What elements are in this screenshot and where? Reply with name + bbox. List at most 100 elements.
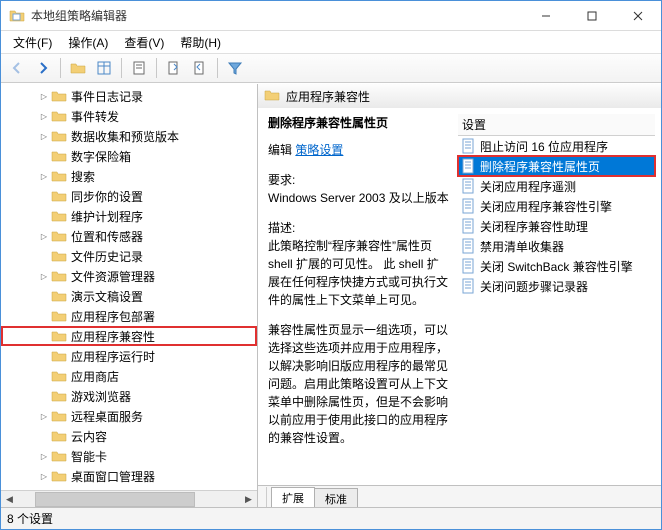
requirements-label: 要求: [268, 171, 450, 189]
folder-open-icon[interactable] [66, 56, 90, 80]
forward-button[interactable] [31, 56, 55, 80]
info-column: 删除程序兼容性属性页 编辑 策略设置 要求: Windows Server 20… [268, 114, 458, 485]
expand-placeholder [39, 191, 49, 201]
expand-icon[interactable]: ▷ [39, 131, 49, 141]
tab-standard[interactable]: 标准 [314, 488, 358, 507]
minimize-button[interactable] [523, 1, 569, 31]
tree-item-label: 应用商店 [71, 368, 119, 385]
folder-icon [51, 188, 67, 204]
expand-icon[interactable]: ▷ [39, 111, 49, 121]
requirements-value: Windows Server 2003 及以上版本 [268, 189, 450, 207]
menu-action[interactable]: 操作(A) [60, 32, 116, 53]
settings-list-item[interactable]: 关闭 SwitchBack 兼容性引擎 [458, 256, 655, 276]
expand-icon[interactable]: ▷ [39, 171, 49, 181]
tab-extended[interactable]: 扩展 [271, 487, 315, 507]
expand-icon[interactable]: ▷ [39, 411, 49, 421]
folder-icon [51, 268, 67, 284]
expand-icon[interactable]: ▷ [39, 451, 49, 461]
folder-icon [51, 328, 67, 344]
toolbar [1, 53, 661, 83]
expand-icon[interactable]: ▷ [39, 471, 49, 481]
tree-item-label: 事件日志记录 [71, 88, 143, 105]
tree-item[interactable]: 文件历史记录 [1, 246, 257, 266]
maximize-button[interactable] [569, 1, 615, 31]
tree-item[interactable]: ▷远程桌面服务 [1, 406, 257, 426]
tree-item[interactable]: ▷数据收集和预览版本 [1, 126, 257, 146]
action-icon-1[interactable] [162, 56, 186, 80]
selected-setting-title: 删除程序兼容性属性页 [268, 114, 450, 131]
tree-item[interactable]: ▷桌面窗口管理器 [1, 466, 257, 486]
tree-item-label: 事件转发 [71, 108, 119, 125]
tree-item[interactable]: 演示文稿设置 [1, 286, 257, 306]
tree-item-label: 演示文稿设置 [71, 288, 143, 305]
settings-list-item[interactable]: 关闭问题步骤记录器 [458, 276, 655, 296]
tabs-row: 扩展 标准 [258, 485, 661, 507]
settings-column-header[interactable]: 设置 [458, 114, 655, 136]
menu-file[interactable]: 文件(F) [5, 32, 60, 53]
close-button[interactable] [615, 1, 661, 31]
menu-view[interactable]: 查看(V) [116, 32, 172, 53]
setting-icon [460, 238, 476, 254]
settings-list-item[interactable]: 禁用清单收集器 [458, 236, 655, 256]
tree-item[interactable]: ▷ 事件日志记录 [1, 86, 257, 106]
tree-item-label: 搜索 [71, 168, 95, 185]
tree-item[interactable]: 游戏浏览器 [1, 386, 257, 406]
properties-icon[interactable] [127, 56, 151, 80]
folder-icon [51, 168, 67, 184]
scroll-thumb[interactable] [35, 492, 195, 507]
expand-placeholder [39, 431, 49, 441]
menu-help[interactable]: 帮助(H) [172, 32, 229, 53]
edit-policy-link[interactable]: 策略设置 [295, 143, 343, 157]
tree-item[interactable]: 应用程序运行时 [1, 346, 257, 366]
tree-item[interactable]: 数字保险箱 [1, 146, 257, 166]
tree-item[interactable]: 应用程序兼容性 [1, 326, 257, 346]
app-icon [9, 8, 25, 24]
settings-list-column: 设置 阻止访问 16 位应用程序删除程序兼容性属性页关闭应用程序遥测关闭应用程序… [458, 114, 655, 485]
list-view-icon[interactable] [92, 56, 116, 80]
folder-icon [51, 368, 67, 384]
tree-pane: ▷ 事件日志记录 ▷ 事件转发▷数据收集和预览版本数字保险箱 ▷ 搜索同步你的设置维护计划… [1, 84, 258, 507]
settings-list-item[interactable]: 关闭应用程序遥测 [458, 176, 655, 196]
settings-list-item[interactable]: 关闭应用程序兼容性引擎 [458, 196, 655, 216]
tree-scroll[interactable]: ▷ 事件日志记录 ▷ 事件转发▷数据收集和预览版本数字保险箱 ▷ 搜索同步你的设置维护计划… [1, 84, 257, 490]
expand-placeholder [39, 151, 49, 161]
description-body-1: 此策略控制“程序兼容性”属性页 shell 扩展的可见性。 此 shell 扩展… [268, 237, 450, 309]
tree-item[interactable]: 维护计划程序 [1, 206, 257, 226]
expand-icon[interactable]: ▷ [39, 271, 49, 281]
action-icon-2[interactable] [188, 56, 212, 80]
tree-item[interactable]: 应用程序包部署 [1, 306, 257, 326]
description-label: 描述: [268, 219, 450, 237]
window-title: 本地组策略编辑器 [31, 7, 523, 24]
filter-icon[interactable] [223, 56, 247, 80]
scroll-left-arrow[interactable]: ◀ [1, 491, 18, 508]
tree-item[interactable]: ▷位置和传感器 [1, 226, 257, 246]
tree-item-label: 应用程序包部署 [71, 308, 155, 325]
folder-icon [51, 408, 67, 424]
tree-item-label: 维护计划程序 [71, 208, 143, 225]
expand-placeholder [39, 311, 49, 321]
settings-list-item[interactable]: 关闭程序兼容性助理 [458, 216, 655, 236]
detail-header: 应用程序兼容性 [258, 84, 661, 108]
expand-icon[interactable]: ▷ [39, 231, 49, 241]
folder-icon [51, 208, 67, 224]
horizontal-scrollbar[interactable]: ◀ ▶ [1, 490, 257, 507]
tree-item[interactable]: 同步你的设置 [1, 186, 257, 206]
settings-list-item[interactable]: 阻止访问 16 位应用程序 [458, 136, 655, 156]
tree-item-label: 同步你的设置 [71, 188, 143, 205]
back-button[interactable] [5, 56, 29, 80]
tree-item[interactable]: ▷ 事件转发 [1, 106, 257, 126]
expand-icon[interactable]: ▷ [39, 91, 49, 101]
tree-item[interactable]: ▷ 搜索 [1, 166, 257, 186]
tree-item[interactable]: 应用商店 [1, 366, 257, 386]
setting-icon [460, 178, 476, 194]
scroll-right-arrow[interactable]: ▶ [240, 491, 257, 508]
settings-item-label: 阻止访问 16 位应用程序 [480, 138, 608, 155]
folder-icon [51, 248, 67, 264]
tree-item[interactable]: ▷智能卡 [1, 446, 257, 466]
expand-placeholder [39, 251, 49, 261]
tree-item[interactable]: 云内容 [1, 426, 257, 446]
tree-item-label: 文件历史记录 [71, 248, 143, 265]
tree-item[interactable]: ▷文件资源管理器 [1, 266, 257, 286]
settings-list-item[interactable]: 删除程序兼容性属性页 [458, 156, 655, 176]
folder-icon [51, 308, 67, 324]
